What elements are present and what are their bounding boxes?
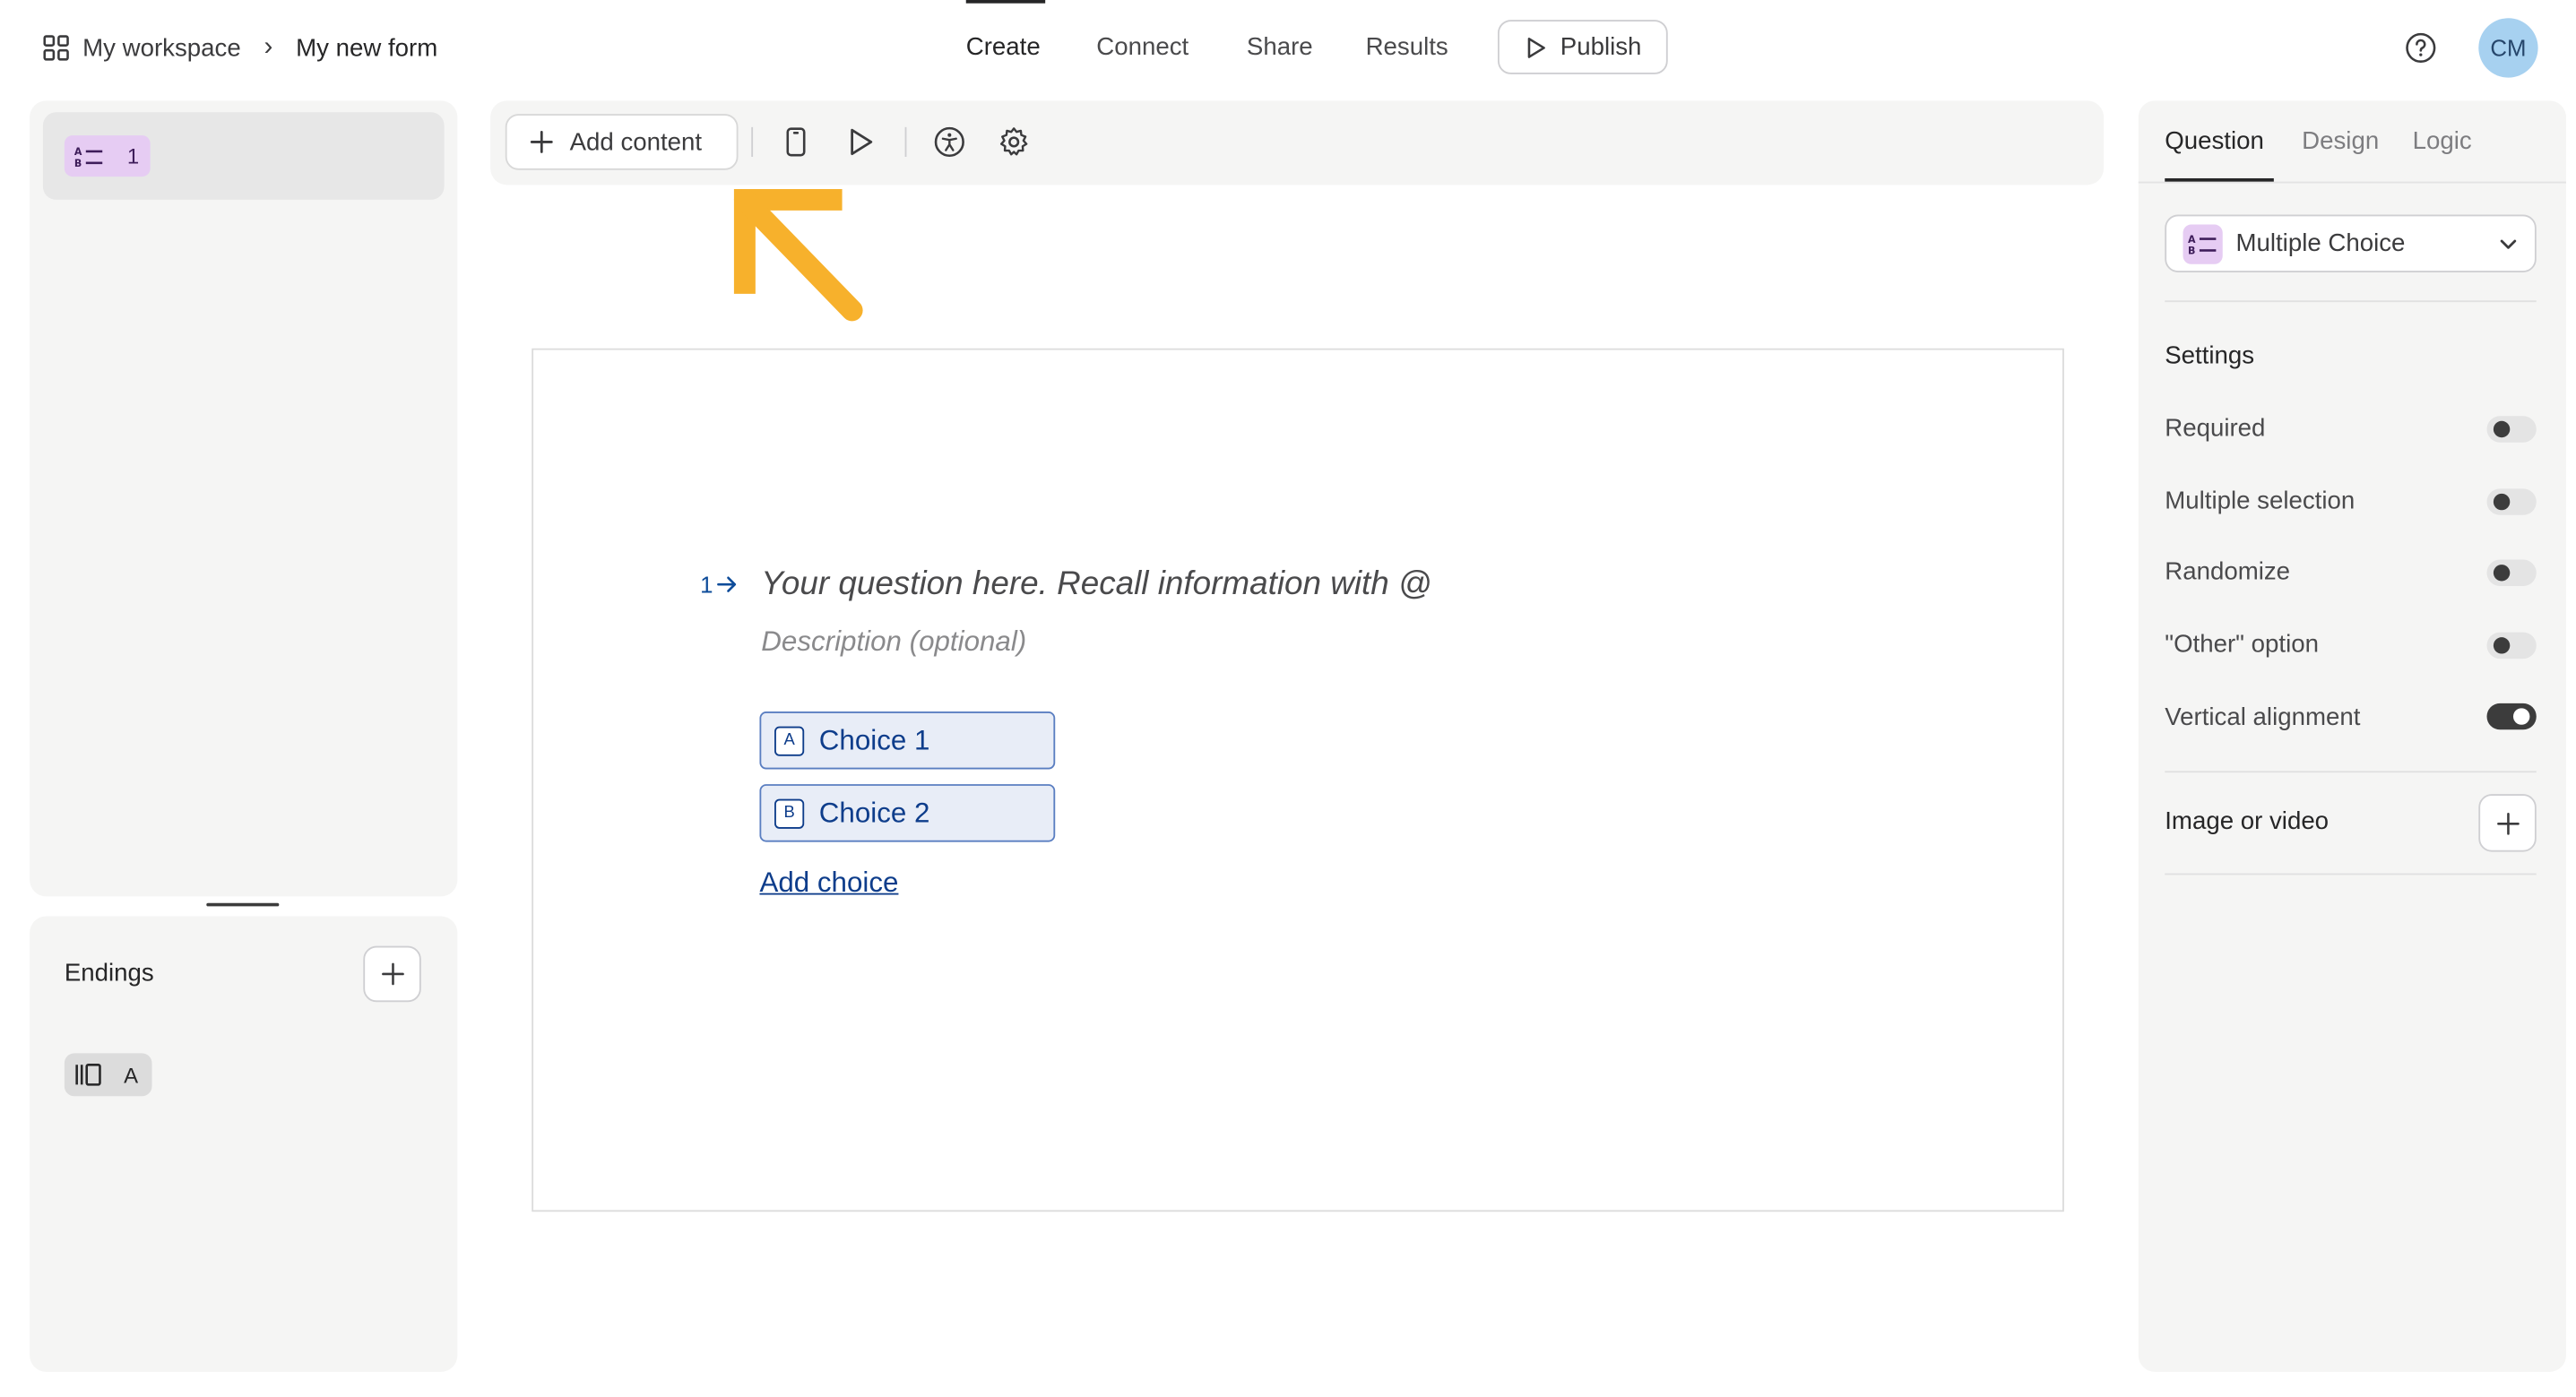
choice-option[interactable]: A Choice 1 xyxy=(759,711,1056,770)
setting-other-option-label: "Other" option xyxy=(2165,630,2319,660)
tab-design[interactable]: Design xyxy=(2302,127,2379,155)
choice-key: A xyxy=(774,725,805,755)
choice-label: Choice 1 xyxy=(818,723,930,755)
add-content-button[interactable]: Add content xyxy=(505,114,739,170)
multiple-choice-icon: AB xyxy=(2183,223,2223,263)
plus-icon xyxy=(530,131,553,154)
toggle-vertical-alignment[interactable] xyxy=(2486,703,2537,730)
svg-text:B: B xyxy=(2188,245,2195,255)
setting-randomize-label: Randomize xyxy=(2165,557,2291,587)
chevron-down-icon xyxy=(2498,235,2518,254)
question-type-label: Multiple Choice xyxy=(2235,229,2406,258)
breadcrumb-form-title[interactable]: My new form xyxy=(296,34,437,62)
divider xyxy=(2165,771,2537,773)
arrow-right-icon xyxy=(716,574,738,594)
setting-vertical-alignment-label: Vertical alignment xyxy=(2165,703,2361,732)
question-number-text: 1 xyxy=(700,571,713,598)
toggle-knob xyxy=(2493,493,2511,511)
toolbar-divider xyxy=(904,126,907,158)
tab-logic[interactable]: Logic xyxy=(2413,127,2472,155)
panel-resize-handle[interactable] xyxy=(206,902,280,907)
toggle-knob xyxy=(2493,637,2511,654)
plus-icon xyxy=(2496,811,2520,834)
question-description-input[interactable]: Description (optional) xyxy=(761,625,1026,659)
settings-icon[interactable] xyxy=(998,125,1031,159)
workspace-grid-icon[interactable] xyxy=(43,35,69,61)
toggle-knob xyxy=(2493,420,2511,438)
divider xyxy=(2165,873,2537,875)
toggle-randomize[interactable] xyxy=(2486,559,2537,587)
toggle-multiple-selection[interactable] xyxy=(2486,488,2537,515)
nav-create[interactable]: Create xyxy=(966,33,1041,61)
image-or-video-label: Image or video xyxy=(2165,806,2330,836)
publish-button[interactable]: Publish xyxy=(1497,20,1668,74)
user-avatar[interactable]: CM xyxy=(2478,18,2538,78)
setting-multiple-selection-label: Multiple selection xyxy=(2165,487,2356,515)
svg-text:A: A xyxy=(2188,233,2196,245)
questions-panel xyxy=(30,100,458,897)
question-type-select[interactable]: AB Multiple Choice xyxy=(2165,214,2537,272)
help-icon[interactable] xyxy=(2404,31,2437,65)
ending-item[interactable]: A xyxy=(64,1053,152,1097)
tab-divider xyxy=(2138,181,2566,184)
question-settings-panel xyxy=(2138,100,2566,1372)
breadcrumb-workspace-link[interactable]: My workspace xyxy=(82,34,241,62)
nav-connect[interactable]: Connect xyxy=(1096,33,1189,61)
choice-key: B xyxy=(774,798,805,828)
active-tab-indicator xyxy=(2165,177,2274,182)
add-content-label: Add content xyxy=(569,127,703,157)
toggle-knob xyxy=(2512,708,2530,725)
add-media-button[interactable] xyxy=(2478,794,2537,852)
toggle-required[interactable] xyxy=(2486,416,2537,443)
toggle-knob xyxy=(2493,565,2511,582)
accessibility-icon[interactable] xyxy=(933,125,966,159)
svg-text:B: B xyxy=(74,157,82,168)
settings-title: Settings xyxy=(2165,341,2255,370)
toggle-other-option[interactable] xyxy=(2486,632,2537,660)
breadcrumb-separator: › xyxy=(264,32,273,62)
play-preview-icon[interactable] xyxy=(843,125,877,159)
question-title-input[interactable]: Your question here. Recall information w… xyxy=(761,566,1431,604)
choice-option[interactable]: B Choice 2 xyxy=(759,784,1056,842)
arrow-pointer-icon xyxy=(723,178,872,323)
active-nav-indicator xyxy=(965,0,1046,4)
question-number: 1 xyxy=(126,143,140,168)
play-icon xyxy=(1524,36,1547,59)
ending-icon xyxy=(74,1063,104,1086)
setting-required-label: Required xyxy=(2165,414,2266,443)
endings-title: Endings xyxy=(64,959,154,987)
svg-text:A: A xyxy=(74,145,82,157)
divider xyxy=(2165,300,2537,303)
add-ending-button[interactable] xyxy=(363,945,421,1003)
breadcrumb: My workspace › My new form xyxy=(43,33,437,63)
multiple-choice-icon: AB xyxy=(74,144,104,168)
question-badge[interactable]: AB 1 xyxy=(64,135,151,177)
nav-results[interactable]: Results xyxy=(1366,33,1448,61)
add-choice-link[interactable]: Add choice xyxy=(759,867,898,900)
mobile-preview-icon[interactable] xyxy=(780,125,813,159)
question-number-label: 1 xyxy=(700,571,738,598)
toolbar-divider xyxy=(751,126,754,158)
form-canvas xyxy=(532,348,2064,1212)
publish-label: Publish xyxy=(1560,32,1642,62)
tab-question[interactable]: Question xyxy=(2165,127,2264,155)
choice-label: Choice 2 xyxy=(818,796,930,828)
nav-share[interactable]: Share xyxy=(1247,33,1313,61)
ending-label: A xyxy=(124,1062,139,1088)
plus-icon xyxy=(381,962,404,986)
